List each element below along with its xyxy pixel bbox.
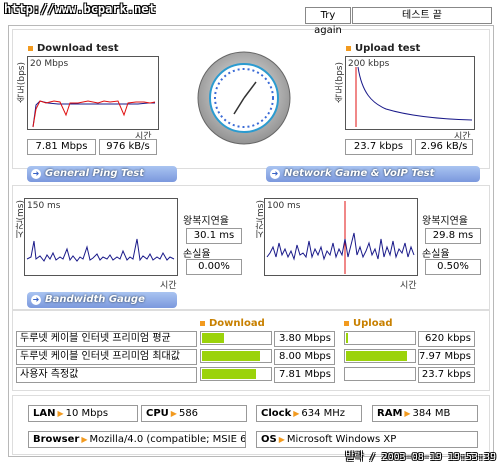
gauge-download-bar [200,331,272,345]
browser-info: Browser ▶ Mozilla/4.0 (compatible; MSIE 6.… [28,431,246,448]
gauge-upload-fill [346,333,349,343]
download-graph: 20 Mbps [27,56,159,130]
cpu-info: CPU ▶ 586 [141,405,247,422]
os-info: OS ▶ Microsoft Windows XP [256,431,478,448]
bullet-icon [346,45,351,51]
lan-info: LAN ▶ 10 Mbps [28,405,138,422]
ping-rtt-value: 30.1 ms [186,228,242,244]
bullet-icon [344,320,349,326]
gauge-download-fill [202,351,260,361]
triangle-icon: ▶ [293,409,300,418]
gauge-upload-fill [346,351,408,361]
gauge-upload-bar [344,367,416,381]
game-graph: 100 ms [264,198,418,276]
gauge-upload-bar [344,331,416,345]
ping-loss-value: 0.00% [186,259,242,275]
speed-gauge [197,51,291,145]
test-status-box: 테스트 끝 [352,7,492,24]
triangle-icon: ▶ [81,435,88,444]
game-plot [266,201,415,274]
bullet-icon [200,320,205,326]
gauge-upload-value: 620 kbps [418,331,475,347]
gauge-upload-header: Upload [344,318,392,329]
gauge-download-fill [202,369,257,379]
upload-speed-bps: 23.7 kbps [345,139,412,155]
game-loss-value: 0.50% [425,259,481,275]
gauge-row-label: 두루넷 케이블 인터넷 프리미엄 평균 [16,331,197,347]
arrow-icon: ➜ [270,169,280,179]
ping-graph: 150 ms [24,198,178,276]
arrow-icon: ➜ [31,169,41,179]
ram-info: RAM ▶ 384 MB [372,405,478,422]
download-speed-bytes: 976 kB/s [99,139,157,155]
gauge-row-label: 사용자 측정값 [16,367,197,383]
try-again-button[interactable]: Try again [305,7,351,36]
gauge-download-value: 7.81 Mbps [274,367,335,383]
clock-info: Clock ▶ 634 MHz [256,405,362,422]
game-rtt-value: 29.8 ms [425,228,481,244]
download-plot [32,100,156,128]
gauge-download-fill [202,333,225,343]
upload-graph: 200 kbps [345,56,475,130]
gauge-download-header: Download [200,318,265,329]
upload-title: Upload test [346,43,420,54]
triangle-icon: ▶ [278,435,285,444]
game-xlabel: 시간 [400,281,417,291]
triangle-icon: ▶ [170,409,177,418]
gauge-download-value: 8.00 Mbps [274,349,335,365]
site-url: http://www.bcpark.net [4,2,156,16]
upload-plot [355,66,473,127]
triangle-icon: ▶ [57,409,64,418]
timestamp-footer: 발락 / 2003-08-19 19:53:39 [345,452,496,463]
ping-plot [26,238,175,262]
game-rtt-label: 왕복지연율 [422,216,468,227]
arrow-icon: ➜ [31,295,41,305]
game-loss-label: 손실율 [422,249,450,260]
gauge-download-bar [200,349,272,363]
bandwidth-section-header: ➜ Bandwidth Gauge [27,292,177,308]
game-section-header: ➜ Network Game & VoIP Test [266,166,480,182]
ping-loss-label: 손실율 [183,249,211,260]
ping-section-header: ➜ General Ping Test [27,166,177,182]
gauge-upload-value: 7.97 Mbps [418,349,475,365]
upload-speed-bytes: 2.96 kB/s [415,139,473,155]
bullet-icon [28,45,33,51]
ping-rtt-label: 왕복지연율 [183,216,229,227]
gauge-download-bar [200,367,272,381]
download-title: Download test [28,43,119,54]
ping-xlabel: 시간 [160,281,177,291]
gauge-upload-bar [344,349,416,363]
gauge-upload-value: 23.7 kbps [418,367,475,383]
download-speed-bps: 7.81 Mbps [27,139,96,155]
gauge-row-label: 두루넷 케이블 인터넷 프리미엄 최대값 [16,349,197,365]
triangle-icon: ▶ [404,409,411,418]
gauge-download-value: 3.80 Mbps [274,331,335,347]
